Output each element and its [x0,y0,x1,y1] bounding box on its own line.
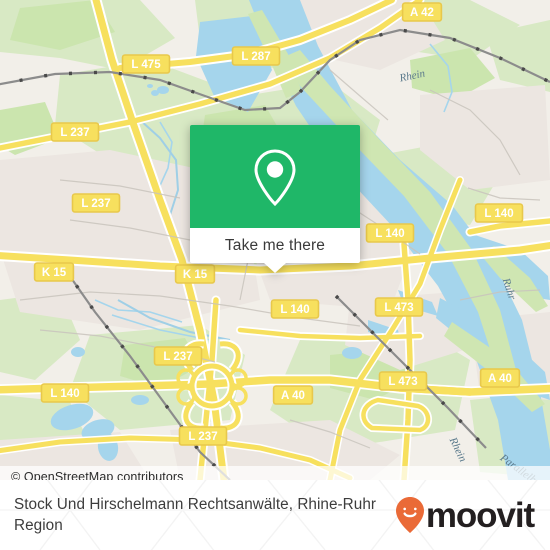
road-shield-label: L 237 [188,431,217,443]
road-shield: L 473 [378,371,428,391]
road-shield: K 15 [33,262,75,282]
road-shield: A 40 [272,385,314,405]
moovit-pin-smile-icon [395,497,424,533]
road-shield: A 40 [479,368,521,388]
road-shield: L 237 [50,122,100,142]
moovit-logo[interactable]: moovit [395,496,536,534]
road-shield-label: L 237 [163,351,192,363]
road-shield-label: K 15 [183,269,208,281]
road-shield: L 475 [121,54,171,74]
road-shield: L 237 [153,346,203,366]
map-canvas[interactable]: RheinRuhrRheinParallelhafen A 42L 287L 4… [0,0,550,480]
road-shield: L 237 [71,193,121,213]
road-shield: A 42 [401,2,443,22]
map-attribution: © OpenStreetMap contributors [0,466,550,480]
road-shield-label: L 237 [60,127,89,139]
road-shield: L 237 [178,426,228,446]
card-image-area [190,125,360,228]
road-shield-label: L 140 [375,228,404,240]
moovit-wordmark: moovit [425,495,535,535]
road-shield-label: A 40 [281,390,305,402]
road-shield: L 140 [365,223,415,243]
road-shield-label: A 40 [488,373,512,385]
road-shield: L 140 [474,203,524,223]
card-pointer [264,263,286,273]
road-shield: K 15 [174,264,216,284]
road-shield-label: A 42 [410,7,434,19]
road-shield-label: L 473 [384,302,413,314]
road-shield: L 140 [40,383,90,403]
attribution-text: © OpenStreetMap contributors [11,470,184,480]
place-title: Stock Und Hirschelmann Rechtsanwälte, Rh… [14,495,377,534]
card-action-area[interactable]: Take me there [190,228,360,273]
road-shield-label: L 140 [484,208,513,220]
footer-bar: Stock Und Hirschelmann Rechtsanwälte, Rh… [0,480,550,550]
road-shield: L 287 [231,46,281,66]
road-shield-label: L 473 [388,376,417,388]
road-shield-label: L 140 [280,304,309,316]
road-shield: L 473 [374,297,424,317]
road-shield-label: L 237 [81,198,110,210]
road-shield-label: K 15 [42,267,67,279]
take-me-there-label: Take me there [224,236,326,254]
road-shield-label: L 140 [50,388,79,400]
map-screenshot: RheinRuhrRheinParallelhafen A 42L 287L 4… [0,0,550,550]
map-pin-icon [254,148,296,206]
take-me-there-card[interactable]: Take me there [190,125,360,273]
road-shield: L 140 [270,299,320,319]
road-shield-label: L 475 [131,59,161,71]
road-shield-label: L 287 [241,51,270,63]
